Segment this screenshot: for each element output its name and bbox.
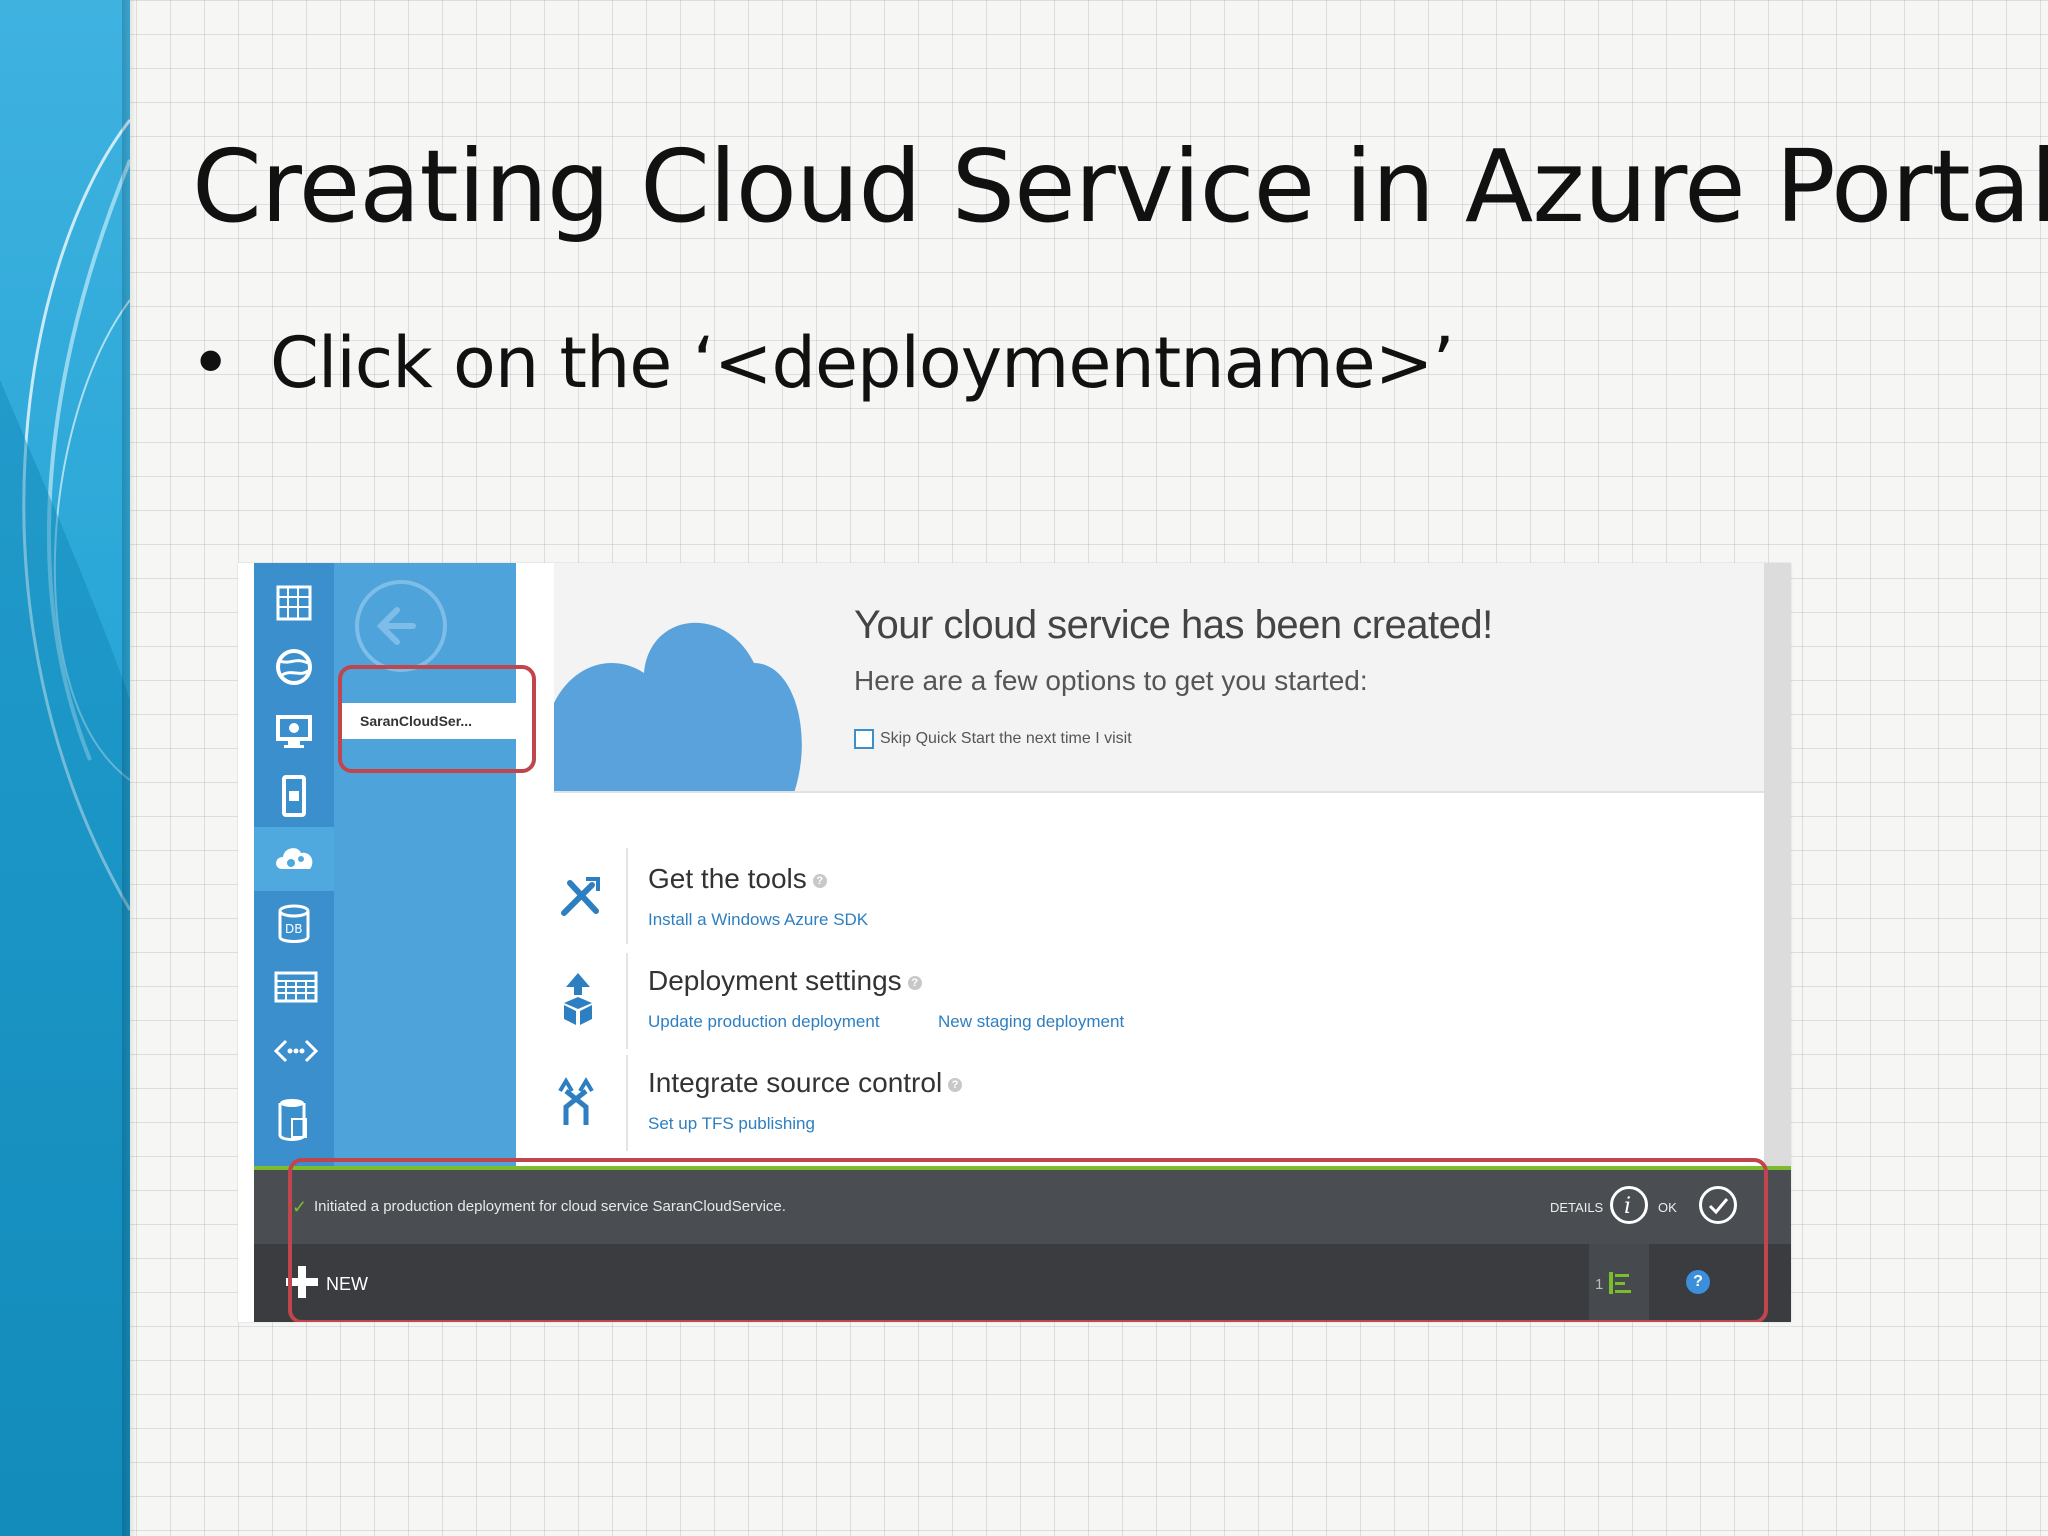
hero-title: Your cloud service has been created! bbox=[854, 603, 1493, 647]
skip-quickstart-checkbox[interactable] bbox=[854, 729, 874, 749]
bullet-text: Click on the ‘<deploymentname>’ bbox=[270, 322, 1455, 404]
virtual-machines-icon[interactable] bbox=[254, 699, 334, 763]
slide-title: Creating Cloud Service in Azure Portal bbox=[192, 128, 2048, 245]
help-icon[interactable]: ? bbox=[812, 873, 827, 888]
left-decorative-band bbox=[0, 0, 130, 1536]
right-scroll-gutter bbox=[1764, 563, 1791, 1170]
media-services-icon[interactable] bbox=[254, 1019, 334, 1083]
divider bbox=[626, 848, 628, 944]
storage-icon[interactable] bbox=[254, 955, 334, 1019]
update-production-link[interactable]: Update production deployment bbox=[648, 1012, 880, 1032]
skip-quickstart-label: Skip Quick Start the next time I visit bbox=[880, 730, 1132, 748]
bullet-item: • Click on the ‘<deploymentname>’ bbox=[190, 322, 1455, 404]
tfs-publishing-link[interactable]: Set up TFS publishing bbox=[648, 1114, 815, 1134]
qs-title-text: Get the tools bbox=[648, 863, 807, 894]
wave-graphic bbox=[0, 0, 130, 1536]
qs-title-source-control: Integrate source control? bbox=[648, 1067, 963, 1099]
notification-highlight-box bbox=[288, 1158, 1768, 1322]
cloud-services-icon[interactable] bbox=[254, 827, 334, 891]
nav-icon-strip: DB bbox=[254, 563, 334, 1170]
divider bbox=[626, 953, 628, 1049]
mobile-services-icon[interactable] bbox=[254, 763, 334, 827]
source-control-icon bbox=[558, 1077, 594, 1125]
quickstart-hero: Your cloud service has been created! Her… bbox=[554, 563, 1764, 793]
new-staging-link[interactable]: New staging deployment bbox=[938, 1012, 1124, 1032]
back-arrow-icon[interactable] bbox=[353, 578, 447, 672]
service-highlight-box bbox=[338, 665, 536, 773]
sql-databases-icon[interactable]: DB bbox=[254, 891, 334, 955]
qs-title-tools: Get the tools? bbox=[648, 863, 827, 895]
band-shadow bbox=[122, 0, 136, 1536]
help-icon[interactable]: ? bbox=[948, 1077, 963, 1092]
install-sdk-link[interactable]: Install a Windows Azure SDK bbox=[648, 910, 868, 930]
bullet-dot: • bbox=[190, 322, 231, 404]
skip-quickstart-row: Skip Quick Start the next time I visit bbox=[854, 729, 1132, 749]
tools-icon bbox=[561, 877, 600, 916]
service-bus-icon[interactable] bbox=[254, 1083, 334, 1147]
hero-subtitle: Here are a few options to get you starte… bbox=[854, 665, 1368, 696]
all-items-icon[interactable] bbox=[254, 571, 334, 635]
deploy-icon bbox=[564, 973, 592, 1025]
help-icon[interactable]: ? bbox=[907, 975, 922, 990]
qs-title-text: Integrate source control bbox=[648, 1067, 943, 1098]
qs-title-deployment: Deployment settings? bbox=[648, 965, 922, 997]
web-sites-icon[interactable] bbox=[254, 635, 334, 699]
svg-text:DB: DB bbox=[285, 922, 302, 936]
qs-title-text: Deployment settings bbox=[648, 965, 902, 996]
cloud-illustration bbox=[554, 622, 802, 791]
divider bbox=[626, 1055, 628, 1151]
portal-screenshot: DB SaranCloudSer... Your cloud service h… bbox=[238, 563, 1791, 1322]
